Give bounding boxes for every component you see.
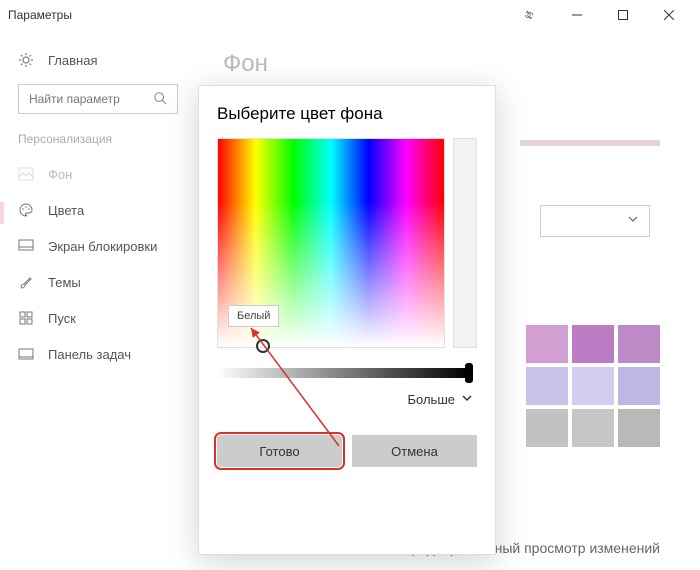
- search-box[interactable]: [18, 84, 178, 114]
- search-icon: [153, 91, 167, 108]
- color-swatch[interactable]: [526, 409, 568, 447]
- chevron-down-icon: [627, 212, 639, 230]
- color-swatch[interactable]: [618, 367, 660, 405]
- taskbar-icon: [18, 346, 34, 362]
- sidebar-item-themes[interactable]: Темы: [18, 264, 177, 300]
- color-picker-dialog: Выберите цвет фона Белый Больше Готово О…: [198, 85, 496, 555]
- start-icon: [18, 310, 34, 326]
- color-swatch[interactable]: [618, 409, 660, 447]
- more-label: Больше: [408, 392, 456, 407]
- minimize-button[interactable]: [554, 0, 600, 30]
- dialog-title: Выберите цвет фона: [217, 104, 477, 124]
- sidebar-item-colors[interactable]: Цвета: [18, 192, 177, 228]
- sidebar-item-start[interactable]: Пуск: [18, 300, 177, 336]
- palette-icon: [18, 202, 34, 218]
- color-swatch[interactable]: [526, 367, 568, 405]
- color-swatch[interactable]: [526, 325, 568, 363]
- page-title: Фон: [223, 50, 672, 78]
- color-tooltip: Белый: [228, 305, 279, 327]
- sidebar-item-label: Панель задач: [48, 347, 131, 362]
- value-slider[interactable]: [217, 368, 469, 378]
- color-swatch[interactable]: [572, 409, 614, 447]
- color-cursor[interactable]: [256, 339, 270, 353]
- sidebar-home-label: Главная: [48, 53, 97, 68]
- sidebar-item-taskbar[interactable]: Панель задач: [18, 336, 177, 372]
- slider-thumb[interactable]: [465, 363, 473, 383]
- sidebar-item-background[interactable]: Фон: [18, 156, 177, 192]
- sidebar-category: Персонализация: [18, 132, 177, 146]
- gear-icon: [18, 52, 34, 68]
- chevron-down-icon: [461, 392, 473, 407]
- picture-icon: [18, 166, 34, 182]
- more-toggle[interactable]: Больше: [217, 392, 477, 407]
- sidebar-home[interactable]: Главная: [18, 42, 177, 78]
- search-input[interactable]: [29, 92, 149, 106]
- color-swatch-grid: [526, 325, 660, 447]
- sidebar-item-label: Экран блокировки: [48, 239, 157, 254]
- window-title: Параметры: [8, 8, 72, 22]
- accent-strip: [520, 140, 660, 146]
- sidebar-item-label: Пуск: [48, 311, 76, 326]
- color-swatch[interactable]: [618, 325, 660, 363]
- titlebar: Параметры: [0, 0, 700, 30]
- done-button[interactable]: Готово: [217, 435, 342, 467]
- color-swatch[interactable]: [572, 325, 614, 363]
- previous-color-swatch: [453, 138, 477, 348]
- maximize-button[interactable]: [600, 0, 646, 30]
- cancel-button[interactable]: Отмена: [352, 435, 477, 467]
- sidebar-item-lockscreen[interactable]: Экран блокировки: [18, 228, 177, 264]
- close-button[interactable]: [646, 0, 692, 30]
- color-field[interactable]: Белый: [217, 138, 445, 348]
- color-swatch[interactable]: [572, 367, 614, 405]
- sidebar: Главная Персонализация Фон Цвета Экран: [0, 30, 195, 570]
- window-controls: [508, 0, 692, 30]
- sync-icon: [508, 0, 554, 30]
- lockscreen-icon: [18, 238, 34, 254]
- sidebar-item-label: Фон: [48, 167, 72, 182]
- sidebar-item-label: Темы: [48, 275, 81, 290]
- background-type-select[interactable]: [540, 205, 650, 237]
- brush-icon: [18, 274, 34, 290]
- active-indicator: [0, 202, 4, 224]
- sidebar-item-label: Цвета: [48, 203, 84, 218]
